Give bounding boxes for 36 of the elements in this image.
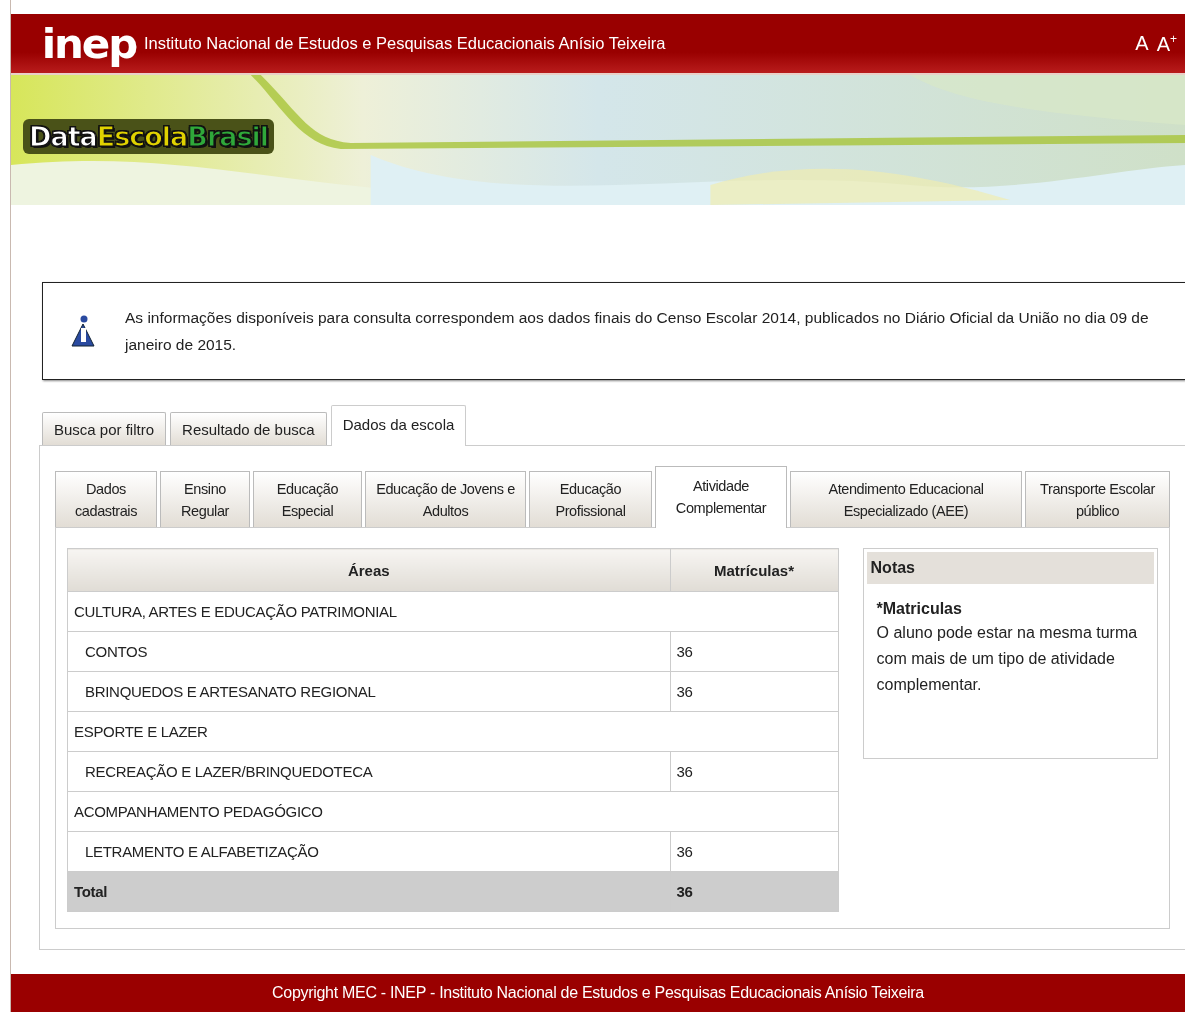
tab[interactable]: Busca por filtro <box>42 412 167 445</box>
table-cell: 36 <box>670 631 839 672</box>
table-cell: 36 <box>670 831 839 872</box>
info-icon <box>71 314 95 348</box>
tab[interactable]: Educação Especial <box>253 471 362 527</box>
tab[interactable]: Atividade Complementar <box>655 466 787 528</box>
tab[interactable]: Ensino Regular <box>160 471 250 527</box>
table-cell: 36 <box>670 751 839 792</box>
font-size-button[interactable]: A$^{+}$ <box>1156 31 1177 56</box>
tab[interactable]: Resultado de busca <box>170 412 327 445</box>
table-cell: 36 <box>670 871 839 912</box>
notes-text: O aluno pode estar na mesma turma com mais de um tipo de atividade complementar. <box>876 623 1139 695</box>
copyright-text: Copyright MEC - INEP - Instituto Nacional de Estudos e Pesquisas Educacionais Anísio Teixeira <box>272 984 924 1002</box>
table-cell: RECREAÇÃO E LAZER/BRINQUEDOTECA <box>67 751 671 792</box>
font-size-button[interactable]: A <box>1135 31 1149 56</box>
tab[interactable]: Dados cadastrais <box>55 471 157 527</box>
column-header: Áreas <box>67 548 671 592</box>
tab[interactable]: Educação de Jovens e Adultos <box>365 471 526 527</box>
notes-title: Notas <box>866 552 1154 584</box>
tab[interactable]: Dados da escola <box>330 405 467 446</box>
table-cell: BRINQUEDOS E ARTESANATO REGIONAL <box>67 671 671 712</box>
site-logo: DataEscolaBrasil <box>23 119 274 154</box>
table-cell: 36 <box>670 671 839 712</box>
tab[interactable]: Educação Profissional <box>529 471 652 527</box>
table-cell: ACOMPANHAMENTO PEDAGÓGICO <box>67 791 839 832</box>
table-cell: Total <box>67 871 671 912</box>
table-cell: CULTURA, ARTES E EDUCAÇÃO PATRIMONIAL <box>67 591 839 632</box>
table-cell: CONTOS <box>67 631 671 672</box>
notes-heading: *Matriculas <box>876 599 963 619</box>
table-cell: LETRAMENTO E ALFABETIZAÇÃO <box>67 831 671 872</box>
header-title: Instituto Nacional de Estudos e Pesquisas Educacionais Anísio Teixeira <box>143 34 667 53</box>
table-cell: ESPORTE E LAZER <box>67 711 839 752</box>
column-header: Matrículas* <box>670 548 839 592</box>
notice-text: As informações disponíveis para consulta correspondem aos dados finais do Censo Escolar 2014, publicados no Diário Oficial da União no dia 09 de janeiro de 2015. <box>125 308 1150 355</box>
tab[interactable]: Atendimento Educacional Especializado (AEE) <box>790 471 1022 527</box>
tab[interactable]: Transporte Escolar público <box>1025 471 1170 527</box>
